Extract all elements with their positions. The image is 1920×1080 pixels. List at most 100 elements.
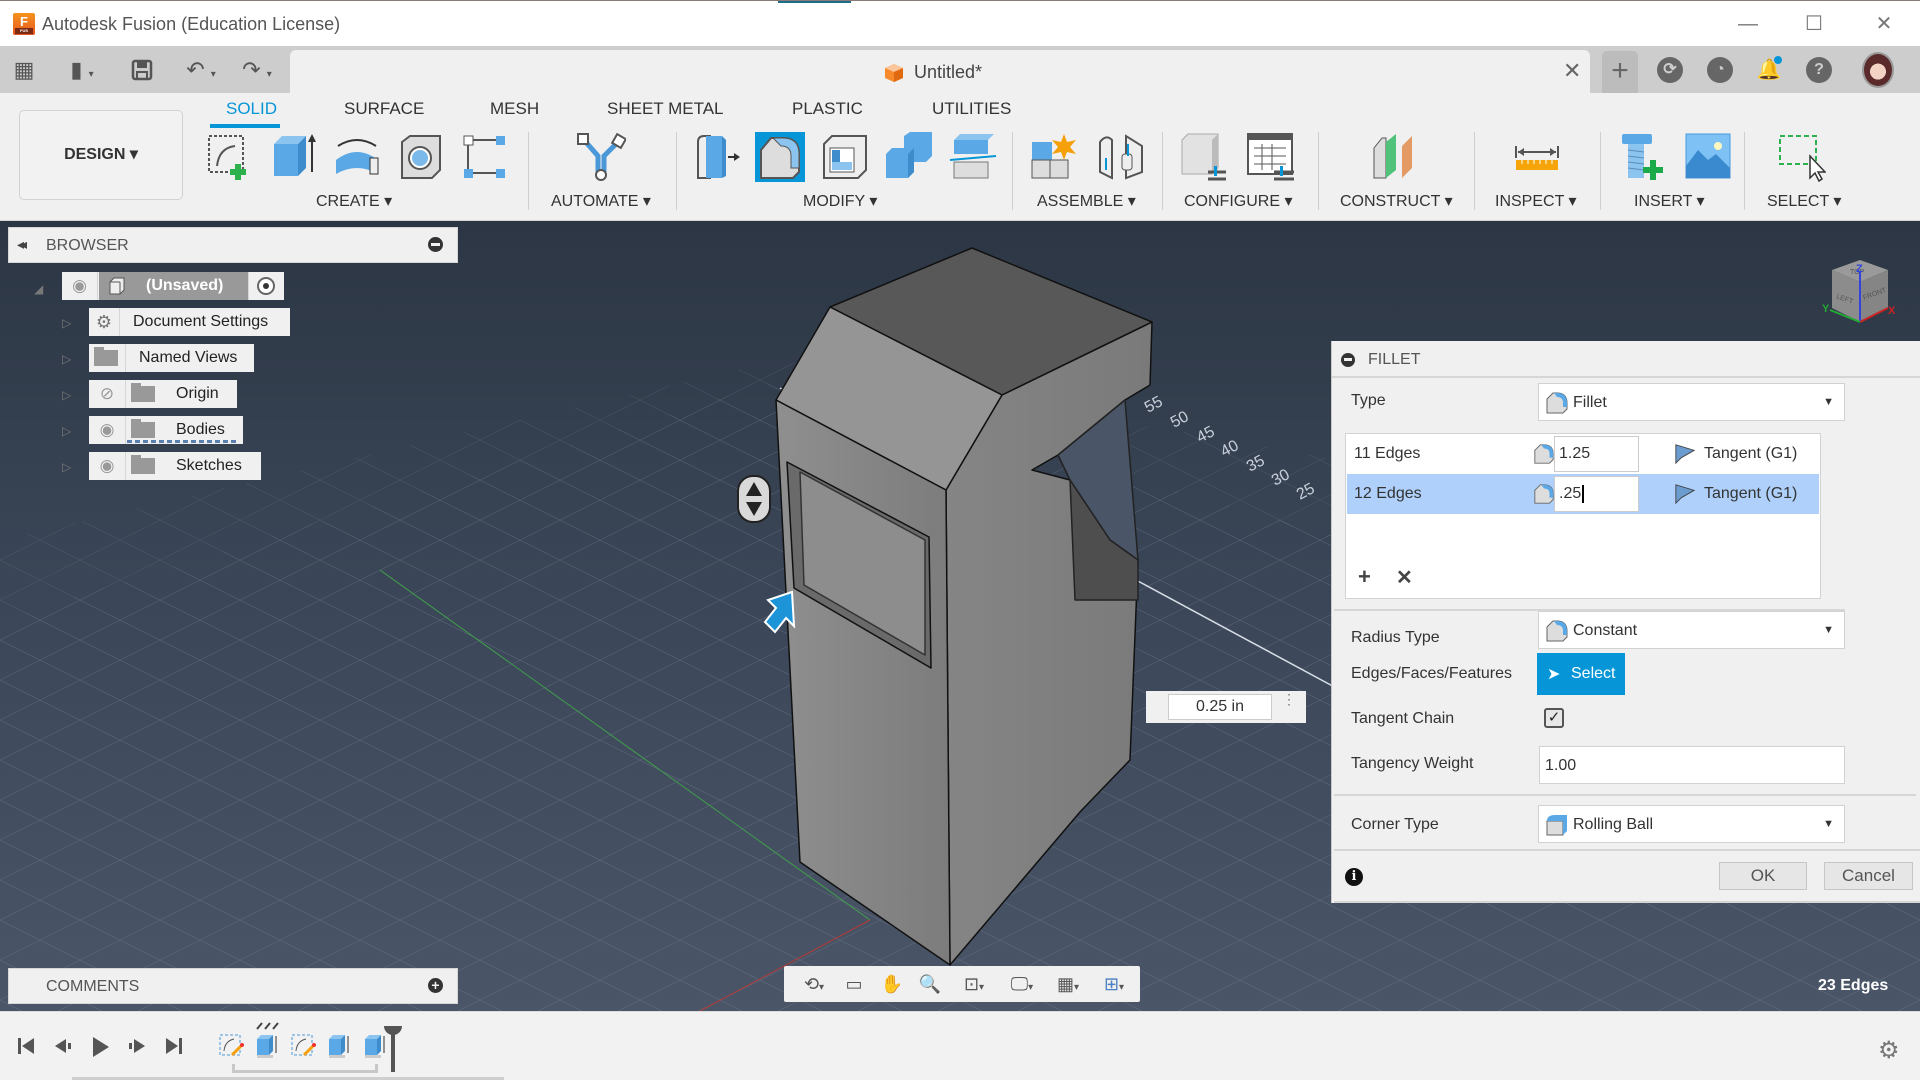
- insert-menu[interactable]: INSERT ▾: [1634, 191, 1705, 211]
- file-menu-button[interactable]: ▮ ▾: [60, 56, 104, 84]
- edge-set-row[interactable]: 11 Edges 1.25 Tangent (G1): [1347, 434, 1819, 474]
- timeline-extrude-feature-icon[interactable]: [362, 1033, 388, 1059]
- window-select-tool[interactable]: [1776, 132, 1827, 183]
- expand-arrow[interactable]: ▷: [62, 316, 74, 330]
- close-window-button[interactable]: ✕: [1870, 11, 1898, 37]
- extrude-tool[interactable]: [268, 132, 318, 182]
- display-settings-button[interactable]: 🖵▾: [1002, 972, 1042, 996]
- tab-surface[interactable]: SURFACE: [344, 99, 424, 119]
- continuity-value[interactable]: Tangent (G1): [1704, 445, 1797, 463]
- workspace-switcher-design[interactable]: DESIGN ▾: [19, 110, 183, 200]
- timeline-position-marker[interactable]: [384, 1026, 402, 1072]
- timeline-sketch-feature-icon[interactable]: [218, 1033, 244, 1059]
- remove-edge-set-button[interactable]: ✕: [1396, 565, 1413, 590]
- timeline-play-button[interactable]: [90, 1036, 110, 1060]
- timeline-extrude-feature-icon[interactable]: [326, 1033, 352, 1059]
- new-design-tab-button[interactable]: +: [1602, 51, 1638, 93]
- minimize-browser-button[interactable]: [428, 237, 443, 252]
- timeline-previous-button[interactable]: [52, 1036, 74, 1060]
- configure-table-tool[interactable]: [1246, 132, 1296, 182]
- select-menu[interactable]: SELECT ▾: [1767, 191, 1841, 211]
- insert-canvas-tool[interactable]: [1684, 132, 1734, 182]
- pan-button[interactable]: ✋: [878, 972, 906, 996]
- minimize-button[interactable]: —: [1734, 11, 1762, 37]
- type-dropdown[interactable]: Fillet ▼: [1538, 383, 1845, 421]
- close-document-button[interactable]: ✕: [1563, 58, 1581, 84]
- maximize-button[interactable]: ☐: [1800, 11, 1828, 37]
- viewports-button[interactable]: ⊞▾: [1094, 972, 1134, 996]
- automate-menu[interactable]: AUTOMATE ▾: [551, 191, 651, 211]
- fillet-tool[interactable]: [755, 132, 805, 182]
- tangency-weight-input[interactable]: 1.00: [1539, 746, 1845, 784]
- fit-button[interactable]: ⊡▾: [954, 972, 994, 996]
- expand-arrow[interactable]: ▷: [62, 460, 74, 474]
- save-button[interactable]: [128, 56, 156, 84]
- redo-button[interactable]: ↷ ▾: [234, 56, 280, 84]
- expand-arrow[interactable]: ▷: [62, 352, 74, 366]
- create-sketch-tool[interactable]: [205, 132, 255, 182]
- split-body-tool[interactable]: [948, 132, 998, 182]
- configure-menu[interactable]: CONFIGURE ▾: [1184, 191, 1292, 211]
- undo-button[interactable]: ↶ ▾: [178, 56, 224, 84]
- create-menu[interactable]: CREATE ▾: [316, 191, 392, 211]
- timeline-last-button[interactable]: [164, 1036, 184, 1060]
- tab-mesh[interactable]: MESH: [490, 99, 539, 119]
- inspect-menu[interactable]: INSPECT ▾: [1495, 191, 1577, 211]
- user-avatar[interactable]: [1862, 52, 1894, 88]
- modify-menu[interactable]: MODIFY ▾: [803, 191, 877, 211]
- timeline-first-button[interactable]: [16, 1036, 36, 1060]
- activate-radio[interactable]: [250, 272, 284, 300]
- browser-item-sketches[interactable]: ◉ Sketches: [89, 452, 261, 480]
- more-options-icon[interactable]: ⋮: [1282, 692, 1296, 706]
- grid-settings-button[interactable]: ▦▾: [1048, 972, 1088, 996]
- eye-icon[interactable]: ◉: [62, 272, 98, 300]
- eye-icon[interactable]: ◉: [89, 416, 126, 444]
- browser-root-unsaved[interactable]: ◉ (Unsaved): [62, 272, 284, 300]
- root-expand-arrow[interactable]: ◢: [34, 282, 46, 296]
- expand-arrow[interactable]: ▷: [62, 388, 74, 402]
- info-icon[interactable]: i: [1345, 868, 1363, 886]
- assemble-menu[interactable]: ASSEMBLE ▾: [1037, 191, 1136, 211]
- joint-tool[interactable]: [1096, 132, 1146, 182]
- select-edges-button[interactable]: ➤ Select: [1537, 653, 1625, 695]
- radius-input[interactable]: 1.25: [1554, 436, 1639, 472]
- offset-plane-tool[interactable]: [1370, 132, 1420, 182]
- tab-solid[interactable]: SOLID: [226, 99, 277, 119]
- zoom-button[interactable]: 🔍: [916, 972, 944, 996]
- continuity-value[interactable]: Tangent (G1): [1704, 485, 1797, 503]
- insert-mcmaster-tool[interactable]: [1618, 132, 1668, 182]
- browser-item-origin[interactable]: ⊘ Origin: [89, 380, 237, 408]
- timeline-settings-gear-icon[interactable]: ⚙: [1878, 1036, 1900, 1065]
- add-comment-button[interactable]: +: [428, 978, 443, 993]
- press-pull-tool[interactable]: [692, 132, 742, 182]
- pattern-tool[interactable]: [460, 132, 510, 182]
- tab-plastic[interactable]: PLASTIC: [792, 99, 863, 119]
- new-component-tool[interactable]: [1030, 132, 1080, 182]
- tab-utilities[interactable]: UTILITIES: [932, 99, 1011, 119]
- tangent-chain-checkbox[interactable]: ✓: [1544, 708, 1564, 728]
- radius-input-active[interactable]: .25: [1554, 476, 1639, 512]
- timeline-sketch-feature-icon[interactable]: [290, 1033, 316, 1059]
- timeline-next-button[interactable]: [126, 1036, 148, 1060]
- collapse-dialog-button[interactable]: [1341, 353, 1355, 367]
- add-edge-set-button[interactable]: +: [1358, 564, 1371, 590]
- browser-item-bodies[interactable]: ◉ Bodies: [89, 416, 243, 444]
- expand-arrow[interactable]: ▷: [62, 424, 74, 438]
- browser-item-named-views[interactable]: Named Views: [89, 344, 254, 372]
- ok-button[interactable]: OK: [1719, 862, 1807, 890]
- data-panel-grid-icon[interactable]: ▦: [10, 56, 38, 84]
- eye-icon[interactable]: ◉: [89, 452, 126, 480]
- shell-tool[interactable]: [820, 132, 870, 182]
- orbit-button[interactable]: ⟲▾: [796, 972, 832, 996]
- fillet-radius-manipulator[interactable]: [737, 475, 771, 523]
- construct-menu[interactable]: CONSTRUCT ▾: [1340, 191, 1453, 211]
- radius-value-input[interactable]: 0.25 in: [1168, 694, 1272, 720]
- tab-sheet-metal[interactable]: SHEET METAL: [607, 99, 724, 119]
- look-at-button[interactable]: ▭: [840, 972, 868, 996]
- extensions-icon[interactable]: ⟳: [1657, 57, 1683, 83]
- collapse-browser-icon[interactable]: ◂◂: [17, 236, 27, 253]
- job-status-icon[interactable]: ◔: [1707, 57, 1733, 83]
- measure-tool[interactable]: [1512, 132, 1562, 182]
- timeline-extrude-feature-icon[interactable]: [254, 1033, 280, 1059]
- corner-type-dropdown[interactable]: Rolling Ball ▼: [1538, 805, 1845, 843]
